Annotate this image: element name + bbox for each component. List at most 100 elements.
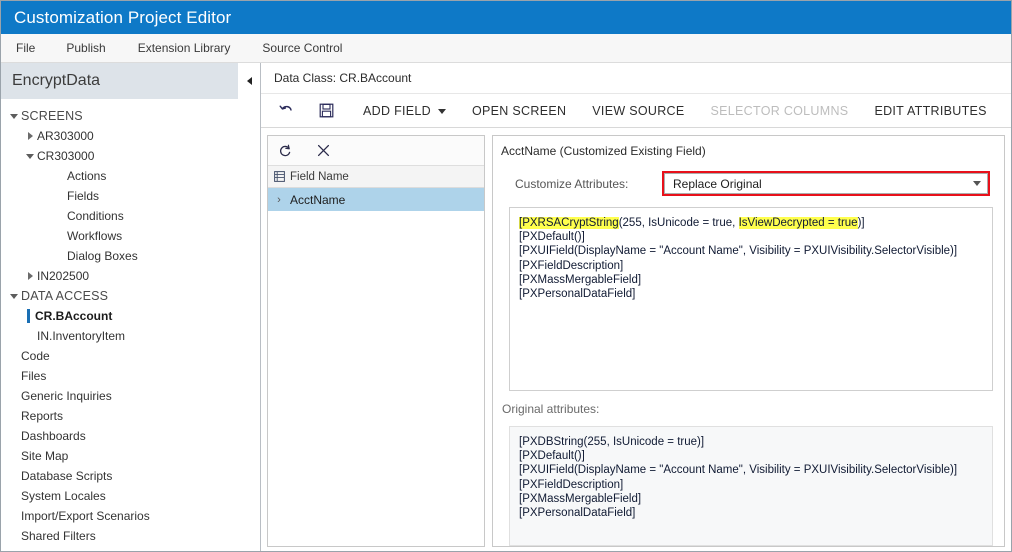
add-field-button[interactable]: ADD FIELD [363, 104, 446, 118]
editor-panes: Field Name › AcctName AcctName (Customize… [261, 128, 1011, 551]
tree-item-label: SCREENS [21, 109, 83, 123]
attribute-token: )] [857, 217, 865, 229]
window-title: Customization Project Editor [14, 7, 232, 27]
undo-icon[interactable] [271, 97, 301, 125]
field-detail-pane: AcctName (Customized Existing Field) Cus… [492, 135, 1005, 547]
original-attribute-line: [PXDBString(255, IsUnicode = true)] [519, 436, 705, 448]
caret-down-icon[interactable] [7, 293, 21, 299]
original-attribute-line: [PXFieldDescription] [519, 478, 624, 491]
tree-item-system-locales[interactable]: System Locales [1, 486, 260, 506]
editor-area: Data Class: CR.BAccount ADD FIELD OPEN S… [261, 63, 1011, 551]
refresh-icon[interactable] [268, 136, 302, 165]
tree-item-shared-filters[interactable]: Shared Filters [1, 526, 260, 546]
tree-item-actions[interactable]: Actions [1, 166, 260, 186]
tree-item-label: Conditions [67, 209, 124, 223]
tree-item-import-export-scenarios[interactable]: Import/Export Scenarios [1, 506, 260, 526]
tree-item-label: CR303000 [37, 149, 95, 163]
menu-item-file[interactable]: File [16, 41, 35, 55]
chevron-down-icon [438, 109, 446, 115]
open-screen-button[interactable]: OPEN SCREEN [472, 104, 566, 118]
caret-right-glyph [27, 132, 33, 140]
tree-item-ar303000[interactable]: AR303000 [1, 126, 260, 146]
attribute-line: [PXPersonalDataField] [519, 287, 983, 301]
tree-item-database-scripts[interactable]: Database Scripts [1, 466, 260, 486]
grid-column-icon[interactable] [268, 171, 290, 182]
customize-attributes-highlight-box: Replace Original [662, 171, 990, 196]
tree-item-label: Site Map [21, 449, 69, 463]
customize-attributes-label: Customize Attributes: [515, 176, 629, 191]
tree-item-data-access[interactable]: DATA ACCESS [1, 286, 260, 306]
tree-item-label: DATA ACCESS [21, 289, 109, 303]
collapse-left-icon[interactable] [238, 63, 260, 99]
tree-item-label: Actions [67, 169, 107, 183]
tree-item-dashboards[interactable]: Dashboards [1, 426, 260, 446]
attribute-line: [PXDefault()] [519, 230, 983, 244]
customization-project-editor-window: Customization Project Editor File Publis… [0, 0, 1012, 552]
highlighted-token: [PXRSACryptString [519, 217, 619, 229]
tree-item-cr-baccount[interactable]: CR.BAccount [1, 306, 260, 326]
add-field-label: ADD FIELD [363, 103, 431, 118]
project-sidebar: EncryptData SCREENS AR303000 CR303000 Actio… [1, 63, 261, 551]
tree-item-label: Database Scripts [21, 469, 113, 483]
tree-item-workflows[interactable]: Workflows [1, 226, 260, 246]
tree-item-reports[interactable]: Reports [1, 406, 260, 426]
caret-down-glyph [10, 294, 18, 299]
field-row[interactable]: › AcctName [268, 188, 484, 211]
view-source-button[interactable]: VIEW SOURCE [592, 104, 684, 118]
caret-right-glyph [27, 272, 33, 280]
field-list-pane: Field Name › AcctName [267, 135, 485, 547]
caret-down-glyph [26, 154, 34, 159]
menu-item-source-control[interactable]: Source Control [262, 41, 342, 55]
close-x-icon[interactable] [306, 136, 340, 165]
project-tree: SCREENS AR303000 CR303000 Actions Fields Cond… [1, 99, 260, 551]
tree-item-generic-inquiries[interactable]: Generic Inquiries [1, 386, 260, 406]
data-class-bar: Data Class: CR.BAccount [261, 63, 1011, 95]
field-detail-title: AcctName (Customized Existing Field) [501, 144, 706, 158]
caret-down-icon[interactable] [7, 113, 21, 119]
project-header: EncryptData [1, 63, 260, 99]
menu-item-extension-library[interactable]: Extension Library [138, 41, 231, 55]
field-row-name: AcctName [290, 192, 346, 207]
save-floppy-icon[interactable] [311, 97, 341, 125]
original-attribute-line: [PXUIField(DisplayName = "Account Name",… [519, 464, 958, 477]
attributes-editor[interactable]: [PXRSACryptString(255, IsUnicode = true,… [509, 207, 993, 391]
attribute-token: [PXFieldDescription] [519, 259, 624, 272]
tree-item-label: IN.InventoryItem [37, 329, 126, 343]
original-attribute-line: [PXPersonalDataField] [519, 507, 636, 520]
tree-item-label: System Locales [21, 489, 106, 503]
customize-attributes-value: Replace Original [673, 176, 762, 191]
attribute-line: [PXRSACryptString(255, IsUnicode = true,… [519, 216, 983, 230]
original-attribute-line: [PXDefault()] [519, 450, 585, 463]
caret-down-icon[interactable] [23, 153, 37, 159]
selected-marker [27, 309, 30, 323]
tree-item-label: Shared Filters [21, 529, 96, 543]
tree-item-fields[interactable]: Fields [1, 186, 260, 206]
attribute-line: [PXUIField(DisplayName = "Account Name",… [519, 244, 983, 258]
caret-right-icon[interactable] [23, 272, 37, 280]
tree-item-label: IN202500 [37, 269, 90, 283]
tree-item-label: AR303000 [37, 129, 94, 143]
customize-attributes-select[interactable]: Replace Original [664, 173, 988, 194]
tree-item-screens[interactable]: SCREENS [1, 106, 260, 126]
field-list-toolbar [268, 136, 484, 166]
tree-item-in-inventoryitem[interactable]: IN.InventoryItem [1, 326, 260, 346]
tree-item-code[interactable]: Code [1, 346, 260, 366]
edit-attributes-button[interactable]: EDIT ATTRIBUTES [874, 104, 986, 118]
attribute-token: [PXUIField(DisplayName = "Account Name",… [519, 245, 958, 258]
tree-item-dialog-boxes[interactable]: Dialog Boxes [1, 246, 260, 266]
customize-attributes-row: Customize Attributes: Replace Original [515, 171, 994, 196]
tree-item-site-map[interactable]: Site Map [1, 446, 260, 466]
tree-item-in202500[interactable]: IN202500 [1, 266, 260, 286]
caret-right-icon[interactable] [23, 132, 37, 140]
tree-item-cr303000[interactable]: CR303000 [1, 146, 260, 166]
attribute-line: [PXFieldDescription] [519, 259, 983, 273]
tree-item-files[interactable]: Files [1, 366, 260, 386]
menu-item-publish[interactable]: Publish [66, 41, 105, 55]
main-body: EncryptData SCREENS AR303000 CR303000 Actio… [1, 63, 1011, 551]
attribute-token: [PXPersonalDataField] [519, 288, 636, 301]
highlighted-token: IsViewDecrypted = true [738, 217, 858, 229]
tree-item-label: Dashboards [21, 429, 86, 443]
tree-item-conditions[interactable]: Conditions [1, 206, 260, 226]
row-expander-icon[interactable]: › [268, 194, 290, 206]
tree-item-label: Workflows [67, 229, 123, 243]
